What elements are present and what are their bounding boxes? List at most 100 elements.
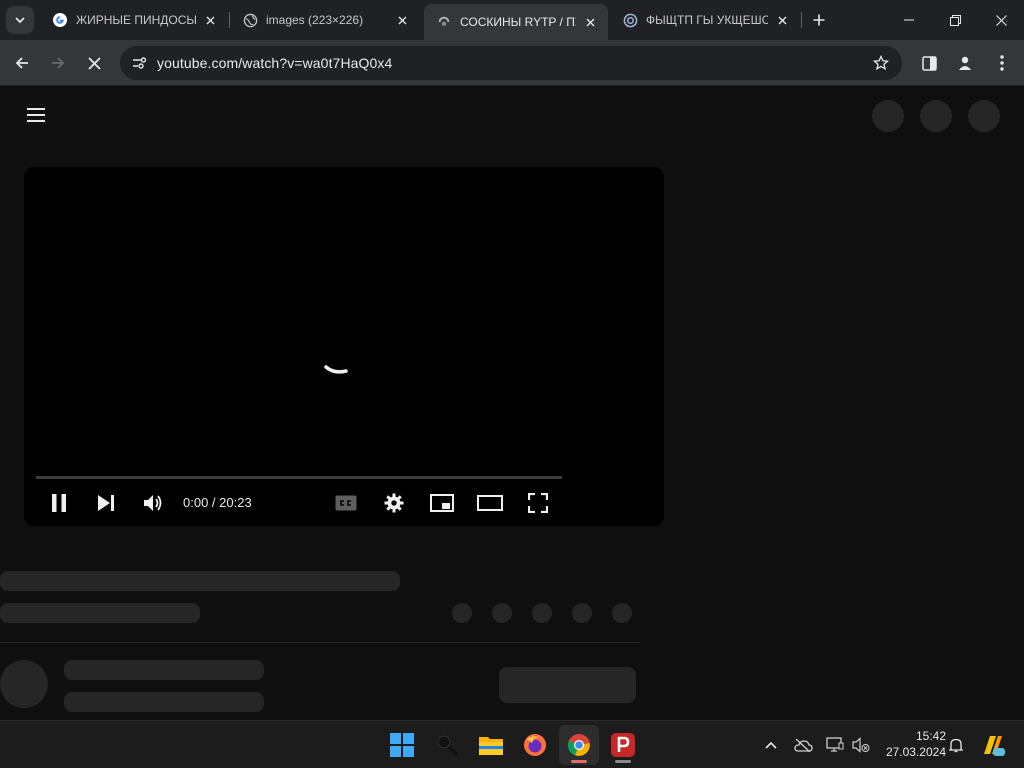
volume-tray-icon[interactable]: [849, 733, 873, 757]
tab-3-active[interactable]: СОСКИНЫ RYTP / ПУП: [424, 4, 608, 40]
arrow-right-icon: [52, 57, 65, 69]
tab-2[interactable]: images (223×226): [230, 4, 420, 36]
video-player[interactable]: 0:00 / 20:23: [24, 167, 664, 526]
duration: 20:23: [219, 495, 252, 510]
monitor-icon: [826, 737, 844, 752]
progress-bar[interactable]: [36, 476, 562, 479]
action-placeholder-4: [572, 603, 592, 623]
plus-icon: [813, 14, 825, 26]
back-button[interactable]: [7, 48, 37, 78]
close-icon[interactable]: [394, 12, 410, 28]
volume-icon: [144, 495, 162, 511]
subtitle-placeholder: [0, 603, 200, 623]
browser-menu-button[interactable]: [987, 48, 1017, 78]
tab-search-button[interactable]: [6, 6, 34, 34]
close-icon[interactable]: [774, 12, 790, 28]
action-placeholder-3: [532, 603, 552, 623]
more-vertical-icon: [1000, 55, 1004, 71]
volume-muted-icon: [852, 737, 870, 753]
restore-button[interactable]: [932, 0, 978, 40]
windows-start-icon: [390, 733, 414, 757]
miniplayer-icon: [430, 494, 454, 512]
profile-icon: [959, 56, 971, 70]
loading-icon: [436, 14, 452, 30]
channel-name-placeholder: [64, 660, 264, 680]
psiphon-button[interactable]: [603, 725, 643, 765]
bell-icon: [949, 738, 963, 753]
mute-button[interactable]: [137, 487, 169, 519]
tab-4[interactable]: ФЫЩТП ГЫ УКЩЕШС: [610, 4, 800, 36]
site-info-icon[interactable]: [124, 48, 154, 78]
file-explorer-button[interactable]: [471, 725, 511, 765]
clock-time: 15:42: [915, 729, 946, 743]
minimize-icon: [904, 19, 914, 21]
pause-icon: [52, 494, 66, 512]
channel-avatar-placeholder: [0, 660, 48, 708]
bookmark-star-icon[interactable]: [870, 52, 892, 74]
url-text[interactable]: youtube.com/watch?v=wa0t7HaQ0x4: [157, 55, 392, 71]
restore-icon: [949, 14, 961, 26]
tab-strip: ЖИРНЫЕ ПИНДОСЫ images (223×226) СОСКИНЫ …: [0, 0, 1024, 40]
close-icon: [87, 56, 101, 70]
settings-button[interactable]: [378, 487, 410, 519]
clock[interactable]: 15:42 27.03.2024: [878, 728, 946, 760]
fullscreen-button[interactable]: [522, 487, 554, 519]
theater-mode-button[interactable]: [474, 487, 506, 519]
divider: [0, 642, 640, 643]
start-button[interactable]: [382, 725, 422, 765]
active-indicator: [571, 760, 587, 763]
show-hidden-icons-button[interactable]: [759, 733, 783, 757]
stop-loading-button[interactable]: [79, 48, 109, 78]
tab-1[interactable]: ЖИРНЫЕ ПИНДОСЫ: [40, 4, 228, 36]
onedrive-tray-icon[interactable]: [791, 733, 815, 757]
chrome-icon: [567, 734, 590, 756]
screen: ЖИРНЫЕ ПИНДОСЫ images (223×226) СОСКИНЫ …: [0, 0, 1024, 768]
tab-separator: [801, 12, 802, 28]
channel-info-placeholder: [64, 692, 264, 712]
globe-icon: [242, 12, 258, 28]
closed-captions-icon: [335, 495, 357, 511]
search-icon: [437, 735, 458, 756]
chrome-button[interactable]: [559, 725, 599, 765]
title-placeholder: [0, 571, 400, 591]
next-button[interactable]: [90, 487, 122, 519]
firefox-button[interactable]: [515, 725, 555, 765]
close-icon[interactable]: [202, 12, 218, 28]
search-button[interactable]: [427, 725, 467, 765]
close-icon[interactable]: [582, 14, 598, 30]
current-time: 0:00: [183, 495, 209, 510]
new-tab-button[interactable]: [808, 8, 830, 32]
arrow-left-icon: [15, 57, 28, 69]
forward-button[interactable]: [43, 48, 73, 78]
profile-button[interactable]: [950, 48, 980, 78]
guide-menu-button[interactable]: [22, 104, 50, 126]
copilot-button[interactable]: [979, 731, 1007, 759]
cloud-off-icon: [794, 738, 813, 752]
pause-button[interactable]: [43, 487, 75, 519]
psiphon-icon: [611, 733, 635, 757]
close-window-button[interactable]: [978, 0, 1024, 40]
folder-icon: [479, 737, 503, 755]
display-tray-icon[interactable]: [823, 733, 847, 757]
action-placeholder-1: [452, 603, 472, 623]
minimize-button[interactable]: [886, 0, 932, 40]
loading-spinner: [324, 365, 348, 374]
menu-line: [27, 108, 45, 110]
notifications-button[interactable]: [944, 733, 968, 757]
menu-line: [27, 114, 45, 116]
address-bar[interactable]: youtube.com/watch?v=wa0t7HaQ0x4: [120, 46, 902, 80]
edge-icon: [622, 12, 638, 28]
side-panel-button[interactable]: [914, 48, 944, 78]
player-controls: 0:00 / 20:23: [24, 487, 664, 519]
skip-next-icon: [98, 495, 114, 511]
masthead-placeholder-2: [920, 100, 952, 132]
close-icon: [995, 14, 1007, 26]
theater-mode-icon: [477, 495, 503, 511]
youtube-watch-page: 0:00 / 20:23: [0, 87, 1024, 720]
tab-title: ЖИРНЫЕ ПИНДОСЫ: [76, 13, 196, 27]
tab-title: ФЫЩТП ГЫ УКЩЕШС: [646, 13, 768, 27]
tab-title: СОСКИНЫ RYTP / ПУП: [460, 15, 576, 29]
action-placeholder-5: [612, 603, 632, 623]
miniplayer-button[interactable]: [426, 487, 458, 519]
subtitles-button[interactable]: [330, 487, 362, 519]
